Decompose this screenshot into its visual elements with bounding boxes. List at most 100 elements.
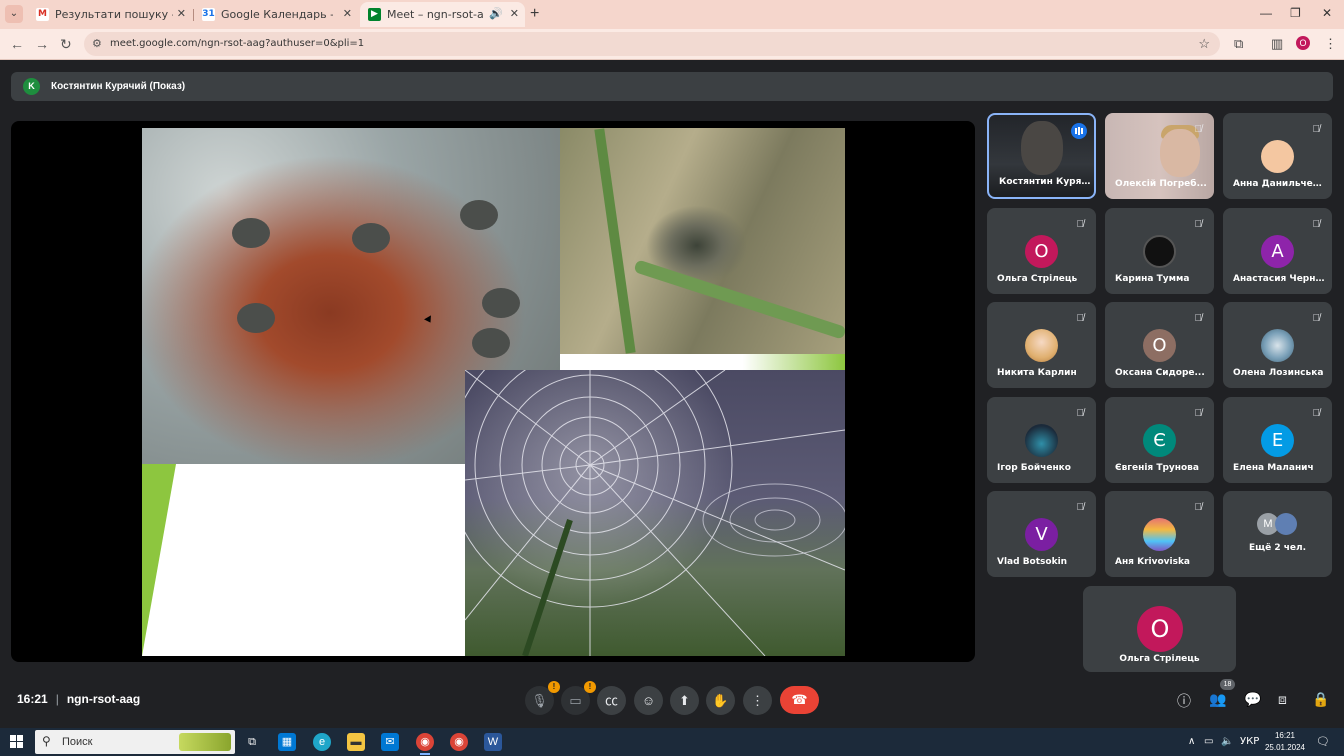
- reload-icon[interactable]: ↻: [60, 36, 72, 53]
- tab-gmail[interactable]: M Результати пошуку - olhastrilet ✕: [28, 2, 192, 27]
- participant-tile[interactable]: 🎙̸ Ігор Бойченко: [987, 397, 1096, 483]
- presentation-stage[interactable]: [11, 121, 975, 662]
- self-view-tile[interactable]: О Ольга Стрілець: [1083, 586, 1236, 672]
- more-options-button[interactable]: ⋮: [743, 686, 772, 715]
- participant-avatar: О: [1137, 606, 1183, 652]
- close-tab-icon[interactable]: ✕: [510, 7, 519, 20]
- show-hidden-icons[interactable]: ∧: [1188, 736, 1195, 747]
- participant-avatar: [1261, 329, 1294, 362]
- restore-button[interactable]: ❐: [1290, 6, 1301, 20]
- tab-title: Google Календарь - сентябрь: [221, 8, 333, 21]
- camera-button[interactable]: ▭ !: [561, 681, 596, 715]
- participant-tile[interactable]: 🎙̸ Е Елена Маланич: [1223, 397, 1332, 483]
- minimize-button[interactable]: —: [1260, 6, 1272, 20]
- captions-icon: ㏄: [604, 693, 618, 708]
- search-highlight-image: [179, 733, 231, 751]
- gmail-icon: M: [36, 8, 49, 21]
- chrome-icon[interactable]: ◉: [416, 733, 434, 755]
- reactions-button[interactable]: ☺: [634, 686, 663, 715]
- participant-tile[interactable]: 🎙̸ Никита Карлин: [987, 302, 1096, 388]
- hang-up-icon: ☎: [791, 692, 808, 707]
- burrow-photo: [560, 128, 845, 354]
- task-view-icon[interactable]: ⧉: [243, 733, 261, 751]
- participant-name: Карина Тумма: [1115, 274, 1190, 284]
- mail-icon[interactable]: ✉: [381, 733, 399, 751]
- audio-playing-icon[interactable]: 🔊: [489, 7, 503, 20]
- participant-avatar: Є: [1143, 424, 1176, 457]
- participant-name: Олена Лозинська: [1233, 368, 1324, 378]
- language-indicator[interactable]: УКР: [1240, 736, 1259, 747]
- store-icon[interactable]: ▦: [278, 733, 296, 751]
- participant-tile[interactable]: 🎙̸ Анна Данильчен...: [1223, 113, 1332, 199]
- tab-meet[interactable]: ▶ Meet – ngn-rsot-aag 🔊 ✕: [360, 2, 525, 27]
- activities-icon[interactable]: ⧈: [1278, 691, 1287, 708]
- clock-time: 16:21: [1274, 731, 1296, 740]
- taskbar-search[interactable]: ⚲ Поиск: [35, 730, 235, 754]
- participant-tile[interactable]: Костянтин Куря...: [987, 113, 1096, 199]
- edge-icon[interactable]: e: [313, 733, 331, 751]
- profile-avatar[interactable]: O: [1296, 36, 1310, 50]
- participant-count-badge: 18: [1220, 679, 1235, 690]
- extensions-icon[interactable]: ⧉: [1234, 36, 1243, 52]
- new-tab-button[interactable]: +: [530, 5, 539, 23]
- tab-calendar[interactable]: 31 Google Календарь - сентябрь ✕: [194, 2, 358, 27]
- participant-tile[interactable]: 🎙̸ О Оксана Сидоре...: [1105, 302, 1214, 388]
- chat-icon[interactable]: 💬: [1244, 691, 1261, 708]
- forward-icon[interactable]: →: [35, 36, 49, 52]
- volume-icon[interactable]: 🔈: [1221, 736, 1233, 747]
- present-button[interactable]: ⬆: [670, 686, 699, 715]
- participant-tile[interactable]: 🎙̸ Олена Лозинська: [1223, 302, 1332, 388]
- participant-tile[interactable]: 🎙̸ Олексій Погреб...: [1105, 113, 1214, 199]
- participant-tile[interactable]: 🎙̸ Є Євгенія Трунова: [1105, 397, 1214, 483]
- site-info-icon[interactable]: ⚙: [92, 37, 102, 50]
- mic-off-icon: 🎙: [531, 693, 548, 708]
- participant-tile[interactable]: 🎙̸ А Анастасия Черн...: [1223, 208, 1332, 294]
- search-placeholder: Поиск: [62, 736, 93, 748]
- mic-off-icon: 🎙̸: [1312, 313, 1321, 324]
- side-panel-icon[interactable]: ▥: [1271, 36, 1283, 52]
- notifications-icon[interactable]: 🗨: [1316, 735, 1330, 748]
- participant-avatar: [1275, 513, 1297, 535]
- taskbar-clock[interactable]: 16:21 25.01.2024: [1262, 730, 1308, 754]
- participant-avatar: О: [1025, 235, 1058, 268]
- word-icon[interactable]: W: [484, 733, 502, 751]
- chrome-icon[interactable]: ◉: [450, 733, 468, 751]
- participant-tile[interactable]: 🎙̸ Аня Krivoviska: [1105, 491, 1214, 577]
- meeting-info: 16:21 | ngn-rsot-aag: [17, 692, 141, 706]
- captions-button[interactable]: ㏄: [597, 686, 626, 715]
- raise-hand-button[interactable]: ✋: [706, 686, 735, 715]
- url-text[interactable]: meet.google.com/ngn-rsot-aag?authuser=0&…: [110, 38, 364, 49]
- more-participants-tile[interactable]: M Ещё 2 чел.: [1223, 491, 1332, 577]
- file-explorer-icon[interactable]: ▬: [347, 733, 365, 751]
- participant-tile[interactable]: 🎙̸ V Vlad Botsokin: [987, 491, 1096, 577]
- meeting-code: ngn-rsot-aag: [66, 692, 141, 706]
- participant-avatar: [1025, 424, 1058, 457]
- mic-off-icon: 🎙̸: [1194, 219, 1203, 230]
- meeting-details-icon[interactable]: ⓘ: [1177, 691, 1191, 711]
- meet-icon: ▶: [368, 8, 381, 21]
- participant-tile[interactable]: 🎙̸ О Ольга Стрілець: [987, 208, 1096, 294]
- close-tab-icon[interactable]: ✕: [177, 7, 186, 20]
- host-controls-icon[interactable]: 🔒: [1312, 691, 1329, 708]
- camera-off-icon: ▭: [569, 693, 582, 708]
- participant-avatar: Е: [1261, 424, 1294, 457]
- participant-avatar: [1261, 140, 1294, 173]
- back-icon[interactable]: ←: [10, 36, 24, 52]
- address-bar[interactable]: ⚙ meet.google.com/ngn-rsot-aag?authuser=…: [84, 32, 1220, 56]
- calendar-icon: 31: [202, 8, 215, 21]
- close-tab-icon[interactable]: ✕: [343, 7, 352, 20]
- microphone-button[interactable]: 🎙 !: [525, 681, 560, 715]
- participant-tile[interactable]: 🎙̸ Карина Тумма: [1105, 208, 1214, 294]
- windows-start-icon[interactable]: [10, 735, 24, 749]
- present-screen-icon: ⬆: [679, 693, 690, 708]
- slide-decoration: [142, 464, 176, 656]
- network-icon[interactable]: ▭: [1204, 736, 1213, 747]
- leave-call-button[interactable]: ☎: [780, 686, 819, 714]
- tab-search-icon[interactable]: ⌄: [5, 5, 23, 23]
- menu-kebab-icon[interactable]: ⋮: [1324, 36, 1337, 52]
- bookmark-star-icon[interactable]: ☆: [1198, 36, 1210, 52]
- close-window-button[interactable]: ✕: [1322, 6, 1332, 20]
- people-icon[interactable]: 👥: [1209, 691, 1226, 708]
- warning-icon: !: [548, 681, 560, 693]
- mic-off-icon: 🎙̸: [1312, 408, 1321, 419]
